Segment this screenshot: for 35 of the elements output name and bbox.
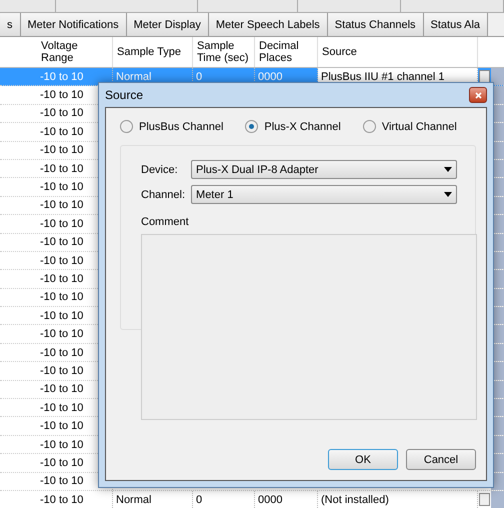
browse-button[interactable]: [479, 492, 490, 506]
tab[interactable]: s: [0, 13, 20, 36]
table-cell: (Not installed): [318, 490, 478, 508]
dropdown-field[interactable]: Plus-X Dual IP-8 Adapter: [191, 160, 457, 179]
radio-label: PlusBus Channel: [139, 120, 224, 132]
dropdown-caret-icon: [444, 167, 452, 172]
field-label: Channel:: [141, 188, 186, 200]
close-button[interactable]: [469, 87, 487, 103]
table-cell: -10 to 10: [37, 490, 113, 508]
tab[interactable]: Status Ala: [424, 13, 488, 36]
tab[interactable]: Meter Display: [126, 13, 209, 36]
column-header[interactable]: Sample Time (sec): [193, 37, 255, 67]
column-header[interactable]: Decimal Places: [255, 37, 318, 67]
cancel-button[interactable]: Cancel: [406, 449, 476, 470]
comment-field[interactable]: [141, 234, 477, 420]
ok-button[interactable]: OK: [328, 449, 398, 470]
tab[interactable]: Status Channels: [328, 13, 424, 36]
field-label: Comment: [141, 216, 190, 228]
table-cell: Normal: [113, 490, 193, 508]
radio-button[interactable]: [120, 120, 133, 133]
field-label: Device:: [141, 164, 179, 176]
tab[interactable]: Meter Speech Labels: [208, 13, 328, 36]
column-header[interactable]: Source: [318, 37, 478, 67]
radio-label: Virtual Channel: [382, 120, 457, 132]
column-header[interactable]: Sample Type: [113, 37, 193, 67]
dropdown-field[interactable]: Meter 1: [191, 185, 457, 204]
column-header[interactable]: Voltage Range: [37, 37, 113, 67]
radio-button[interactable]: [362, 120, 376, 133]
close-icon: [474, 92, 482, 98]
table-cell: 0: [193, 490, 255, 508]
radio-button[interactable]: [245, 120, 258, 133]
browse-button[interactable]: [479, 70, 490, 84]
tab[interactable]: Meter Notifications: [20, 13, 127, 36]
table-cell: 0000: [255, 490, 318, 508]
radio-label: Plus-X Channel: [264, 120, 341, 132]
